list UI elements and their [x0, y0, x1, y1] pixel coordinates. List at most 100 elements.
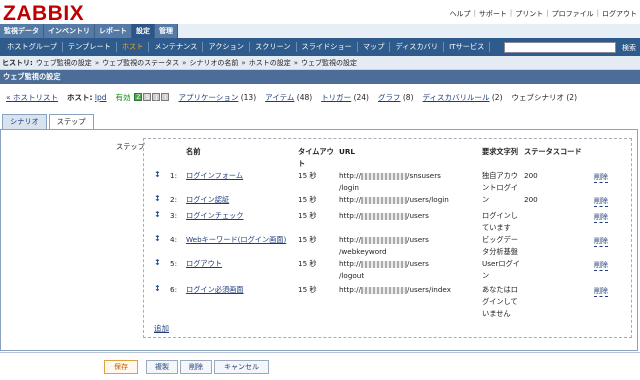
url-path: /users/index [407, 285, 451, 294]
submenu-itservices[interactable]: ITサービス [444, 42, 491, 52]
history-item[interactable]: ウェブ監視の設定 [301, 58, 357, 68]
menu-inventory[interactable]: インベントリ [44, 24, 95, 38]
host-info-bar: « ホストリスト ホスト: lpd 有効 ZSJI アプリケーション (13) … [0, 90, 640, 104]
step-number: 6: [170, 285, 177, 294]
submenu-maintenance[interactable]: メンテナンス [149, 42, 204, 52]
triggers-link[interactable]: トリガー [321, 92, 351, 103]
items-link[interactable]: アイテム [265, 92, 294, 103]
steps-label: ステップ [116, 142, 145, 151]
remove-step-link[interactable]: 削除 [594, 260, 608, 271]
step-name-link[interactable]: ログイン認証 [186, 194, 229, 206]
submenu-actions[interactable]: アクション [203, 42, 250, 52]
step-url: http:// /users/login [339, 194, 481, 206]
remove-step-link[interactable]: 削除 [594, 172, 608, 183]
redacted-host [361, 260, 408, 268]
save-button[interactable]: 保存 [104, 360, 138, 374]
help-link[interactable]: ヘルプ [450, 9, 471, 19]
url-path-cont: /logout [339, 271, 365, 280]
host-status: 有効 [115, 92, 131, 102]
submenu-hostgroups[interactable]: ホストグループ [2, 42, 63, 52]
submenu-maps[interactable]: マップ [358, 42, 391, 52]
step-name-link[interactable]: ログインフォーム [186, 170, 243, 182]
jmx-availability-icon: J [152, 93, 161, 101]
drag-handle-icon[interactable]: ↕ [154, 284, 161, 293]
drag-handle-icon[interactable]: ↕ [154, 210, 161, 219]
redacted-host [361, 172, 408, 180]
step-required-string: 独自アカウントログイン [482, 171, 518, 204]
history-item[interactable]: シナリオの名前 [189, 58, 238, 68]
step-number: 3: [170, 211, 177, 220]
menu-configuration[interactable]: 設定 [132, 24, 155, 38]
step-timeout: 15 秒 [298, 171, 317, 180]
url-path: /users [407, 259, 429, 268]
col-timeout: タイムアウト [298, 147, 334, 168]
cancel-button[interactable]: キャンセル [214, 360, 269, 374]
url-path-cont: /login [339, 183, 359, 192]
tab-bar: シナリオ ステップ [2, 114, 94, 129]
url-prefix: http:// [339, 211, 362, 220]
submenu-screens[interactable]: スクリーン [250, 42, 297, 52]
col-url: URL [339, 147, 355, 156]
step-name-link[interactable]: ログアウト [186, 258, 222, 270]
host-list-link[interactable]: « ホストリスト [6, 92, 58, 103]
page-title: ウェブ監視の設定 [0, 70, 640, 84]
search-button[interactable]: 検索 [622, 43, 636, 53]
step-timeout: 15 秒 [298, 285, 317, 294]
step-timeout: 15 秒 [298, 259, 317, 268]
top-links: ヘルプ | サポート | プリント | プロファイル | ログアウト [449, 9, 637, 19]
remove-step-link[interactable]: 削除 [594, 236, 608, 247]
step-name-link[interactable]: ログインチェック [186, 210, 244, 222]
remove-step-link[interactable]: 削除 [594, 212, 608, 223]
url-prefix: http:// [339, 195, 362, 204]
applications-link[interactable]: アプリケーション [178, 92, 238, 103]
host-name-link[interactable]: lpd [95, 93, 107, 102]
graphs-link[interactable]: グラフ [378, 92, 401, 103]
remove-step-link[interactable]: 削除 [594, 196, 608, 207]
step-status-code: 200 [524, 171, 538, 180]
step-name-link[interactable]: Webキーワード(ログイン画面) [186, 234, 286, 246]
support-link[interactable]: サポート [479, 9, 507, 19]
redacted-host [361, 196, 408, 204]
tab-scenario[interactable]: シナリオ [2, 114, 47, 129]
submenu-discovery[interactable]: ディスカバリ [390, 42, 445, 52]
step-number: 4: [170, 235, 177, 244]
ipmi-availability-icon: I [161, 93, 170, 101]
drag-handle-icon[interactable]: ↕ [154, 194, 161, 203]
history-item[interactable]: ウェブ監視の設定 [36, 58, 92, 68]
print-link[interactable]: プリント [515, 9, 543, 19]
step-name-link[interactable]: ログイン必須画面 [186, 284, 244, 296]
remove-step-link[interactable]: 削除 [594, 286, 608, 297]
tab-steps[interactable]: ステップ [48, 114, 94, 129]
graphs-count: (8) [402, 92, 414, 102]
submenu-slideshows[interactable]: スライドショー [297, 42, 358, 52]
submenu-templates[interactable]: テンプレート [63, 42, 117, 52]
drag-handle-icon[interactable]: ↕ [154, 234, 161, 243]
profile-link[interactable]: プロファイル [552, 9, 594, 19]
search-input[interactable] [504, 42, 616, 53]
url-path-cont: /webkeyword [339, 247, 387, 256]
menu-reports[interactable]: レポート [95, 24, 132, 38]
logout-link[interactable]: ログアウト [602, 9, 637, 19]
delete-button[interactable]: 削除 [180, 360, 212, 374]
add-step-link[interactable]: 追加 [154, 323, 169, 334]
step-number: 1: [170, 171, 177, 180]
menu-administration[interactable]: 管理 [155, 24, 178, 38]
history-item[interactable]: ホストの設定 [249, 58, 291, 68]
submenu-hosts[interactable]: ホスト [117, 42, 150, 52]
snmp-availability-icon: S [143, 93, 152, 101]
col-status-code: ステータスコード [524, 147, 582, 156]
zabbix-logo: ZABBIX [3, 2, 85, 25]
history-item[interactable]: ウェブ監視のステータス [102, 58, 179, 68]
discovery-rules-link[interactable]: ディスカバリルール [423, 92, 490, 103]
step-url: http:// /users/index [339, 284, 481, 296]
drag-handle-icon[interactable]: ↕ [154, 170, 161, 179]
main-menu: 監視データ インベントリ レポート 設定 管理 [0, 24, 640, 38]
url-path: /snsusers [407, 171, 441, 180]
clone-button[interactable]: 複製 [146, 360, 178, 374]
host-label: ホスト: [66, 92, 93, 102]
menu-monitoring[interactable]: 監視データ [0, 24, 44, 38]
step-url: http:// /users [339, 210, 481, 222]
step-number: 2: [170, 195, 177, 204]
drag-handle-icon[interactable]: ↕ [154, 258, 161, 267]
discovery-rules-count: (2) [491, 92, 503, 102]
